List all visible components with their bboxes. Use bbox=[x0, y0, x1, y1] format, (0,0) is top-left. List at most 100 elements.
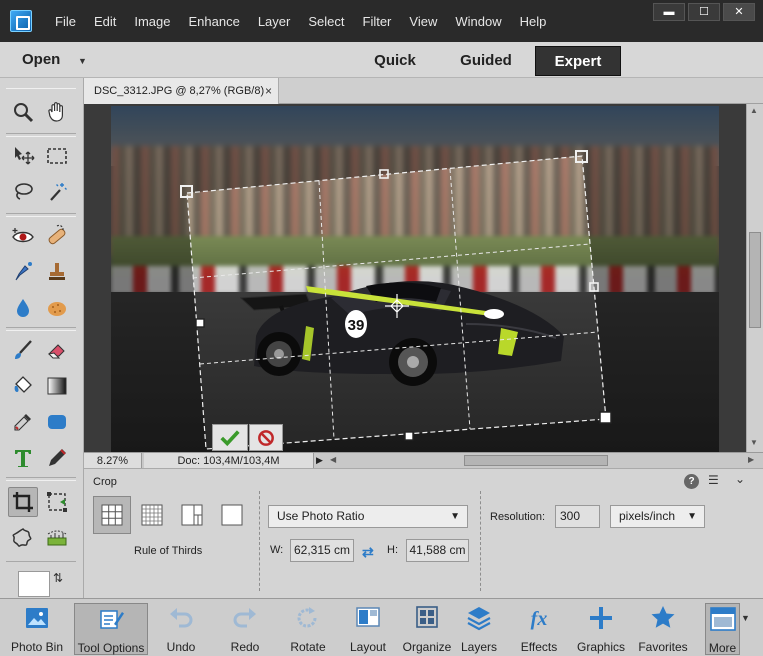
organize-icon bbox=[416, 606, 438, 628]
overlay-grid-button[interactable] bbox=[133, 496, 171, 534]
width-field[interactable]: 62,315 cm bbox=[290, 539, 354, 562]
effects-label: Effects bbox=[520, 640, 558, 654]
brush-tool-button[interactable] bbox=[8, 335, 38, 365]
collapse-chevron-icon[interactable]: ⌄ bbox=[735, 472, 745, 486]
width-label: W: bbox=[270, 544, 284, 556]
close-document-icon[interactable]: × bbox=[265, 78, 272, 104]
blur-tool-button[interactable] bbox=[8, 293, 38, 323]
menu-window[interactable]: Window bbox=[446, 14, 510, 29]
menu-select[interactable]: Select bbox=[299, 14, 353, 29]
redo-button[interactable]: Redo bbox=[220, 603, 270, 655]
svg-text:fx: fx bbox=[531, 608, 548, 630]
tab-quick[interactable]: Quick bbox=[358, 46, 432, 76]
menu-enhance[interactable]: Enhance bbox=[180, 14, 249, 29]
straighten-tool-button[interactable] bbox=[42, 523, 72, 553]
rotate-button[interactable]: Rotate bbox=[282, 603, 334, 655]
open-button[interactable]: Open bbox=[22, 51, 60, 68]
effects-button[interactable]: fx Effects bbox=[514, 603, 564, 655]
cancel-crop-button[interactable] bbox=[249, 424, 283, 451]
help-icon[interactable]: ? bbox=[684, 474, 699, 489]
tab-expert[interactable]: Expert bbox=[535, 46, 621, 76]
gradient-icon bbox=[47, 377, 67, 395]
resolution-field[interactable]: 300 bbox=[555, 505, 600, 528]
more-button[interactable]: More bbox=[705, 603, 740, 655]
hand-tool-button[interactable] bbox=[42, 97, 72, 127]
crop-overlay[interactable] bbox=[84, 104, 746, 452]
type-tool-button[interactable] bbox=[8, 443, 38, 473]
resolution-units-select[interactable]: pixels/inch ▼ bbox=[610, 505, 705, 528]
layers-button[interactable]: Layers bbox=[456, 603, 502, 655]
recompose-tool-button[interactable] bbox=[42, 487, 72, 517]
overlay-none-button[interactable] bbox=[213, 496, 251, 534]
tab-guided[interactable]: Guided bbox=[447, 46, 525, 76]
horizontal-scroll-thumb[interactable] bbox=[464, 455, 608, 466]
eyedropper-tool-button[interactable] bbox=[8, 407, 38, 437]
aspect-ratio-select[interactable]: Use Photo Ratio ▼ bbox=[268, 505, 468, 528]
cookie-cutter-tool-button[interactable] bbox=[8, 523, 38, 553]
gradient-tool-button[interactable] bbox=[42, 371, 72, 401]
height-field[interactable]: 41,588 cm bbox=[406, 539, 469, 562]
vertical-scroll-thumb[interactable] bbox=[749, 232, 761, 328]
spot-healing-tool-button[interactable] bbox=[42, 221, 72, 251]
paint-bucket-tool-button[interactable] bbox=[8, 371, 38, 401]
graphics-button[interactable]: Graphics bbox=[574, 603, 628, 655]
menu-file[interactable]: File bbox=[46, 14, 85, 29]
lasso-tool-button[interactable] bbox=[8, 177, 38, 207]
close-window-button[interactable]: ✕ bbox=[723, 3, 755, 21]
menu-edit[interactable]: Edit bbox=[85, 14, 125, 29]
hand-icon bbox=[48, 102, 63, 122]
menu-help[interactable]: Help bbox=[511, 14, 556, 29]
open-dropdown-chevron-icon[interactable]: ▼ bbox=[78, 56, 87, 66]
overlay-golden-ratio-button[interactable] bbox=[173, 496, 211, 534]
menu-image[interactable]: Image bbox=[125, 14, 179, 29]
tool-options-button[interactable]: Tool Options bbox=[74, 603, 148, 655]
undo-button[interactable]: Undo bbox=[156, 603, 206, 655]
custom-shape-tool-button[interactable] bbox=[42, 407, 72, 437]
scroll-left-icon[interactable]: ◀ bbox=[330, 455, 336, 464]
scroll-down-icon[interactable]: ▼ bbox=[750, 438, 758, 447]
swap-dimensions-icon[interactable]: ⇄ bbox=[362, 544, 374, 561]
undo-icon bbox=[170, 608, 193, 628]
zoom-tool-button[interactable] bbox=[8, 97, 38, 127]
foreground-color-swatch[interactable] bbox=[18, 571, 50, 597]
smart-brush-tool-button[interactable] bbox=[8, 257, 38, 287]
pencil-tool-button[interactable] bbox=[42, 443, 72, 473]
crop-tool-button[interactable] bbox=[8, 487, 38, 517]
eraser-tool-button[interactable] bbox=[42, 335, 72, 365]
layout-button[interactable]: Layout bbox=[344, 603, 392, 655]
sponge-tool-button[interactable] bbox=[42, 293, 72, 323]
photo-bin-button[interactable]: Photo Bin bbox=[6, 603, 68, 655]
scroll-right-icon[interactable]: ▶ bbox=[748, 455, 754, 464]
clone-stamp-tool-button[interactable] bbox=[42, 257, 72, 287]
vertical-scrollbar[interactable]: ▲ ▼ bbox=[746, 104, 763, 452]
crop-handle-bottom-right[interactable] bbox=[599, 411, 612, 424]
maximize-button[interactable]: ☐ bbox=[688, 3, 720, 21]
organize-button[interactable]: Organize bbox=[400, 603, 454, 655]
overlay-rule-of-thirds-button[interactable] bbox=[93, 496, 131, 534]
zoom-level[interactable]: 8.27% bbox=[84, 453, 142, 469]
swap-colors-icon[interactable]: ⇅ bbox=[53, 571, 63, 585]
favorites-button[interactable]: Favorites bbox=[636, 603, 690, 655]
red-eye-tool-button[interactable] bbox=[8, 221, 38, 251]
height-label: H: bbox=[387, 544, 398, 556]
smart-brush-icon bbox=[15, 262, 32, 281]
status-menu-arrow-icon[interactable]: ▶ bbox=[316, 455, 323, 466]
menu-filter[interactable]: Filter bbox=[354, 14, 401, 29]
photoshop-elements-window: File Edit Image Enhance Layer Select Fil… bbox=[0, 0, 763, 656]
crop-grid-line bbox=[449, 168, 471, 430]
move-tool-button[interactable] bbox=[8, 141, 38, 171]
quick-selection-tool-button[interactable] bbox=[42, 177, 72, 207]
menu-view[interactable]: View bbox=[400, 14, 446, 29]
more-chevron-down-icon[interactable]: ▼ bbox=[741, 613, 750, 623]
minimize-button[interactable]: ▬ bbox=[653, 3, 685, 21]
commit-crop-button[interactable] bbox=[212, 424, 248, 451]
marquee-tool-button[interactable] bbox=[42, 141, 72, 171]
golden-ratio-icon bbox=[181, 504, 203, 526]
crop-handle-bottom[interactable] bbox=[404, 431, 414, 441]
panel-menu-icon[interactable]: ☰ bbox=[708, 473, 719, 487]
menu-layer[interactable]: Layer bbox=[249, 14, 300, 29]
canvas-area[interactable]: 39 bbox=[84, 104, 746, 452]
scroll-up-icon[interactable]: ▲ bbox=[750, 106, 758, 115]
crop-handle-left[interactable] bbox=[195, 318, 205, 328]
document-tab[interactable]: DSC_3312.JPG @ 8,27% (RGB/8) × bbox=[84, 78, 279, 104]
